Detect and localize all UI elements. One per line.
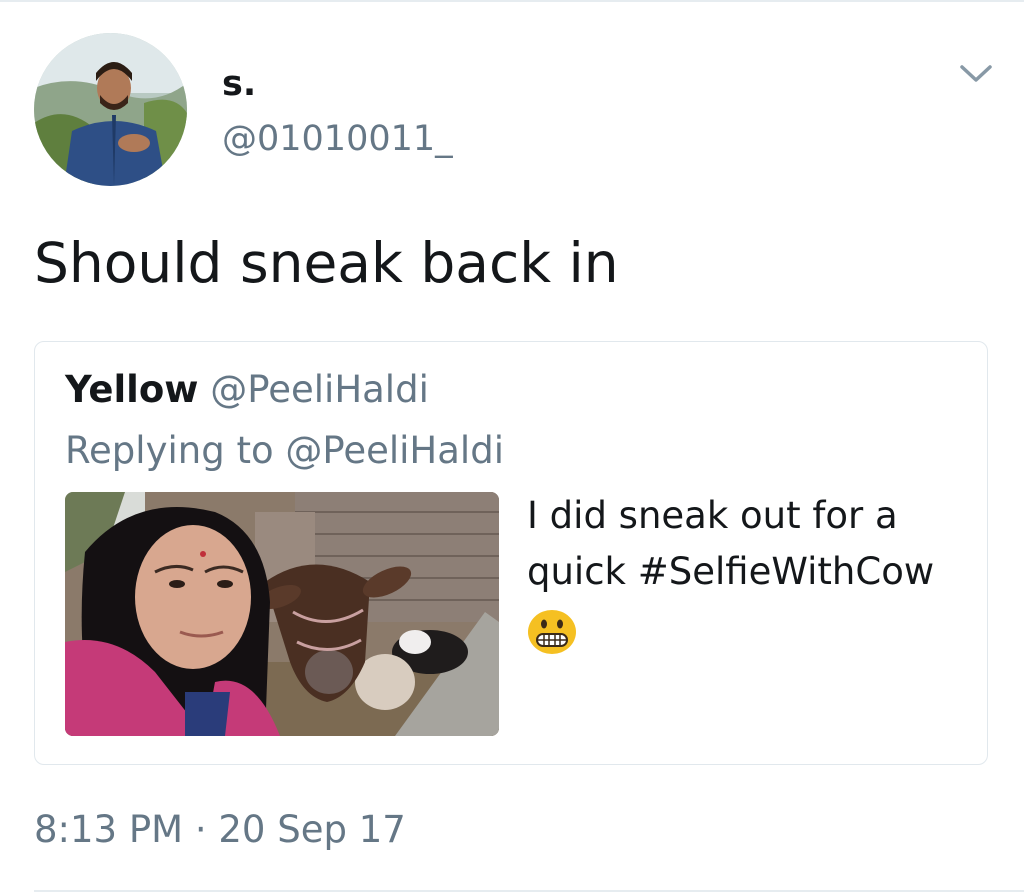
author-avatar[interactable] — [34, 33, 187, 186]
quoted-tweet-card[interactable]: Yellow @PeeliHaldi Replying to @PeeliHal… — [34, 341, 988, 765]
replying-to-label: Replying to @PeeliHaldi — [65, 429, 504, 472]
quoted-author-handle: @PeeliHaldi — [210, 368, 429, 411]
chevron-down-icon[interactable] — [956, 58, 996, 88]
quoted-author-name: Yellow — [65, 368, 199, 411]
bottom-divider — [34, 890, 1024, 892]
author-handle[interactable]: @01010011_ — [222, 117, 453, 161]
quoted-tweet-header: Yellow @PeeliHaldi — [65, 368, 429, 412]
tweet-text: Should sneak back in — [34, 231, 619, 295]
quoted-tweet-photo[interactable] — [65, 492, 499, 736]
author-name[interactable]: s. — [222, 62, 256, 106]
grimacing-face-emoji — [527, 609, 577, 655]
top-divider — [0, 0, 1024, 2]
quoted-tweet-text: I did sneak out for a quick #SelfieWithC… — [527, 494, 935, 593]
tweet-timestamp[interactable]: 8:13 PM · 20 Sep 17 — [34, 807, 406, 853]
